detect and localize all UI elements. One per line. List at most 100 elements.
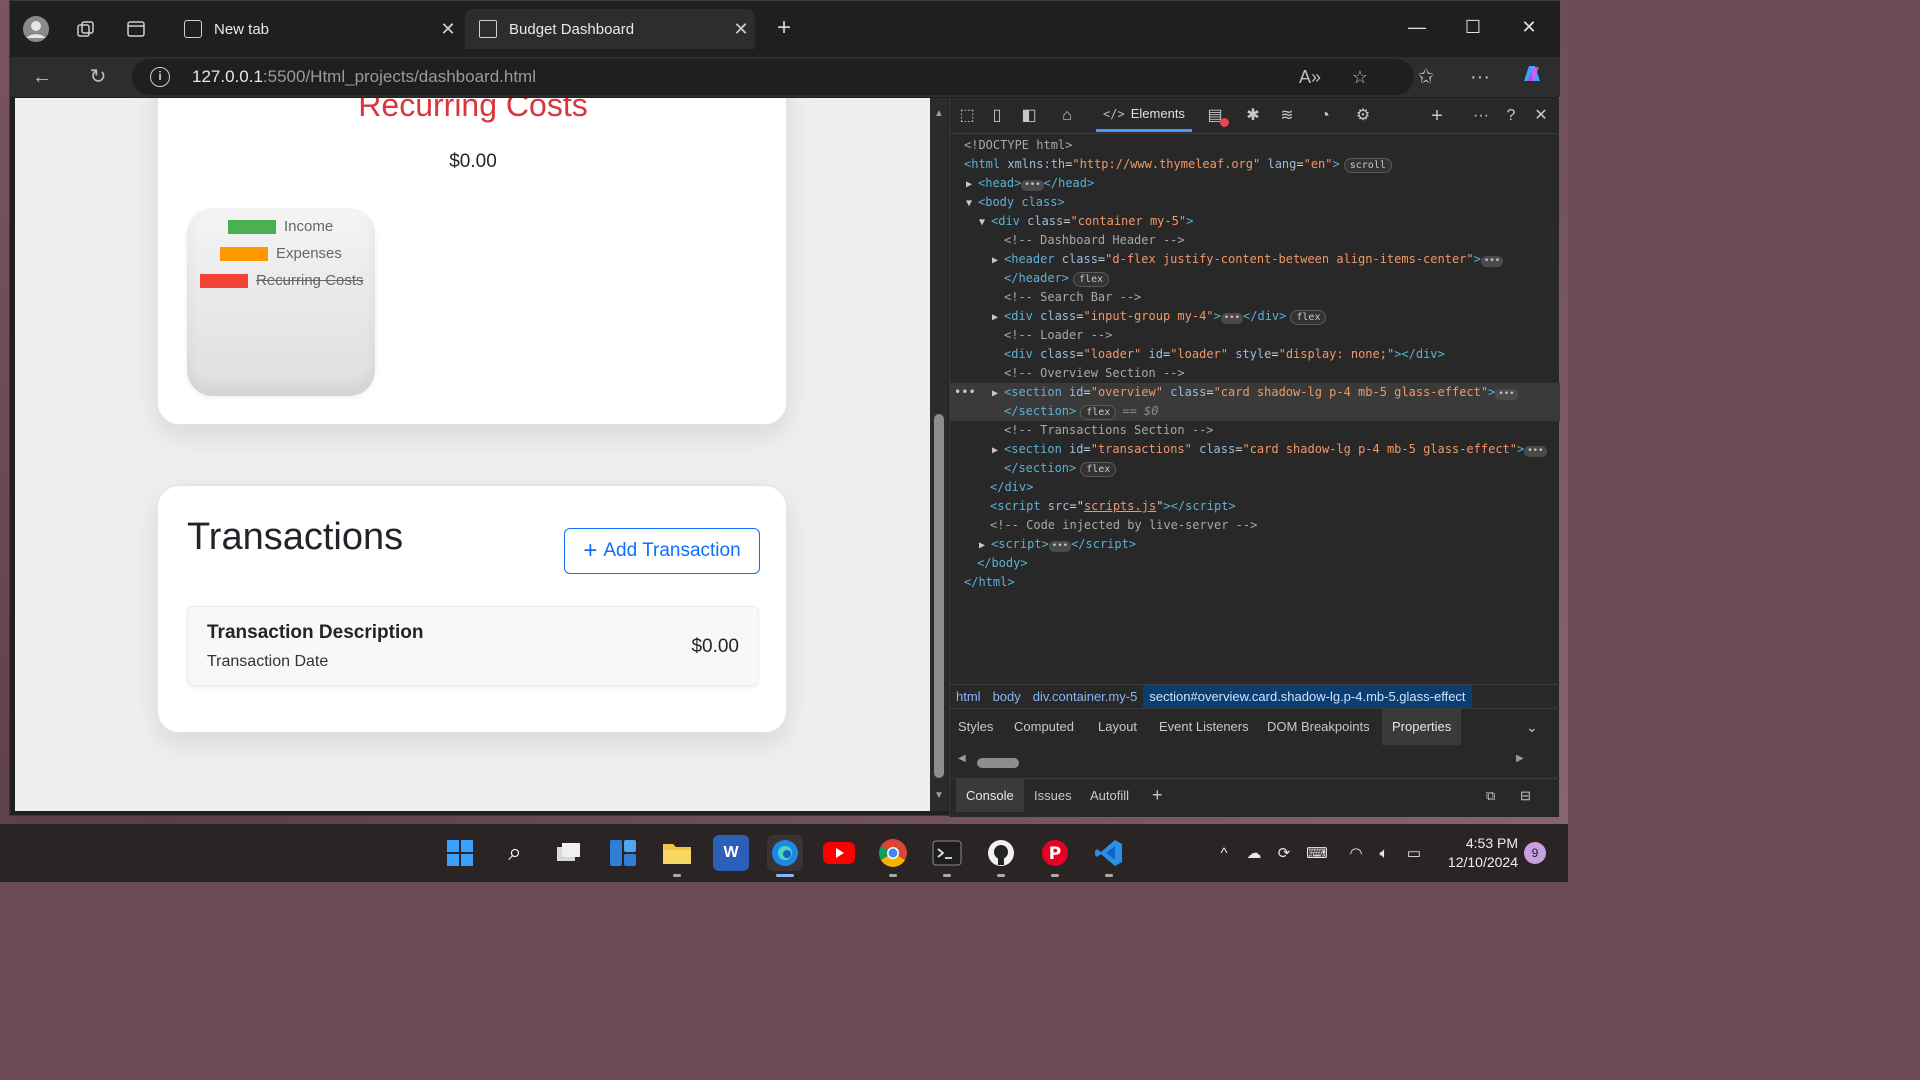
minimize-button[interactable]: — <box>1395 11 1439 43</box>
dom-overview-section-selected[interactable]: ••• ▶ <section id="overview" class="card … <box>950 383 1560 421</box>
legend-item-income[interactable]: Income <box>228 218 333 235</box>
dom-body-open[interactable]: ▼ <body class> <box>966 193 1065 212</box>
dom-comment-injected[interactable]: <!-- Code injected by live-server --> <box>990 516 1257 535</box>
url-text[interactable]: 127.0.0.1:5500/Html_projects/dashboard.h… <box>192 67 536 87</box>
dom-html-open[interactable]: <html xmlns:th="http://www.thymeleaf.org… <box>964 155 1392 174</box>
close-devtools-icon[interactable]: ✕ <box>1528 104 1554 128</box>
undock-drawer-icon[interactable]: ⧉ <box>1486 779 1495 812</box>
wifi-icon[interactable]: ◠ <box>1345 843 1367 865</box>
tab-event-listeners[interactable]: Event Listeners <box>1159 709 1249 745</box>
read-aloud-icon[interactable]: A» <box>1296 63 1324 91</box>
row-actions-icon[interactable]: ••• <box>954 383 976 402</box>
chrome-icon[interactable] <box>875 835 911 871</box>
dom-div-close[interactable]: </div> <box>990 478 1033 497</box>
back-icon[interactable]: ← <box>26 61 58 93</box>
dom-loader[interactable]: <div class="loader" id="loader" style="d… <box>1004 345 1445 364</box>
page-scrollbar[interactable]: ▲ ▼ <box>930 98 948 811</box>
more-menu-icon[interactable]: ··· <box>1464 61 1496 93</box>
add-drawer-tab-icon[interactable]: + <box>1152 779 1163 812</box>
help-icon[interactable]: ? <box>1498 104 1524 128</box>
volume-icon[interactable]: 🔈︎ <box>1373 843 1395 865</box>
dom-transactions-section[interactable]: ▶ <section id="transactions" class="card … <box>992 440 1547 459</box>
workspaces-icon[interactable] <box>72 15 100 43</box>
dom-comment-header[interactable]: <!-- Dashboard Header --> <box>1004 231 1185 250</box>
sources-bug-icon[interactable]: ✱ <box>1240 104 1266 128</box>
tab-computed[interactable]: Computed <box>1014 709 1074 745</box>
word-icon[interactable]: W <box>713 835 749 871</box>
welcome-home-icon[interactable]: ⌂ <box>1054 104 1080 128</box>
file-explorer-icon[interactable] <box>659 835 695 871</box>
close-window-button[interactable]: ✕ <box>1507 11 1551 43</box>
dom-container-div[interactable]: ▼ <div class="container my-5"> <box>979 212 1193 231</box>
widgets-icon[interactable] <box>605 835 641 871</box>
add-tool-icon[interactable]: + <box>1424 104 1450 128</box>
favorite-star-icon[interactable]: ☆ <box>1346 63 1374 91</box>
terminal-icon[interactable] <box>929 835 965 871</box>
dom-head[interactable]: ▶ <head> ••• </head> <box>966 174 1094 193</box>
dom-comment-search[interactable]: <!-- Search Bar --> <box>1004 288 1141 307</box>
vertical-tabs-icon[interactable] <box>122 15 150 43</box>
horizontal-scrollbar-thumb[interactable] <box>977 758 1019 768</box>
dom-body-close[interactable]: </body> <box>977 554 1028 573</box>
scroll-up-icon[interactable]: ▲ <box>933 108 945 119</box>
dom-header[interactable]: ▶ <header class="d-flex justify-content-b… <box>992 250 1504 269</box>
dock-drawer-icon[interactable]: ⊟ <box>1520 779 1531 812</box>
inspect-element-icon[interactable]: ⬚ <box>954 104 980 128</box>
scroll-left-icon[interactable]: ◀ <box>958 753 966 764</box>
vscode-icon[interactable] <box>1091 835 1127 871</box>
tab-styles[interactable]: Styles <box>958 709 993 745</box>
tab-budget-dashboard[interactable]: Budget Dashboard ✕ <box>465 9 755 49</box>
chevron-down-icon[interactable]: ⌄ <box>1526 709 1538 745</box>
settings-gear-icon[interactable]: ⚙ <box>1350 104 1376 128</box>
transaction-item[interactable]: Transaction Description Transaction Date… <box>187 606 759 686</box>
keyboard-icon[interactable]: ⌨ <box>1306 843 1328 865</box>
breadcrumb-body[interactable]: body <box>987 689 1027 704</box>
dom-script-src[interactable]: <script src="scripts.js"></script> <box>990 497 1236 516</box>
properties-scrollbar[interactable]: ◀ ▶ <box>950 744 1560 774</box>
youtube-icon[interactable] <box>821 835 857 871</box>
notification-badge[interactable]: 9 <box>1524 842 1546 864</box>
breadcrumb-section-overview[interactable]: section#overview.card.shadow-lg.p-4.mb-5… <box>1143 684 1472 709</box>
dom-doctype[interactable]: <!DOCTYPE html> <box>964 136 1072 155</box>
devtools-more-icon[interactable]: ··· <box>1468 104 1494 128</box>
copilot-icon[interactable] <box>1516 61 1548 93</box>
tab-new-tab[interactable]: New tab ✕ <box>170 9 462 49</box>
close-tab-icon[interactable]: ✕ <box>727 19 755 40</box>
scroll-down-icon[interactable]: ▼ <box>933 790 945 801</box>
start-windows-icon[interactable] <box>442 835 478 871</box>
dom-header-close[interactable]: </header> flex <box>1004 269 1110 288</box>
tab-layout[interactable]: Layout <box>1098 709 1137 745</box>
close-tab-icon[interactable]: ✕ <box>434 19 462 40</box>
tab-autofill[interactable]: Autofill <box>1090 779 1129 812</box>
dom-html-close[interactable]: </html> <box>964 573 1015 592</box>
new-tab-button[interactable]: + <box>770 15 798 43</box>
battery-icon[interactable]: ▭ <box>1403 843 1425 865</box>
edge-icon[interactable] <box>767 835 803 871</box>
dom-transactions-close[interactable]: </section> flex <box>1004 459 1117 478</box>
scrollbar-thumb[interactable] <box>934 414 944 778</box>
sync-icon[interactable]: ⟳ <box>1273 843 1295 865</box>
favorites-icon[interactable]: ✩ <box>1410 61 1442 93</box>
breadcrumb-container[interactable]: div.container.my-5 <box>1027 689 1144 704</box>
tab-issues[interactable]: Issues <box>1034 779 1072 812</box>
add-transaction-button[interactable]: + Add Transaction <box>564 528 760 574</box>
device-toolbar-icon[interactable]: ▯ <box>984 104 1010 128</box>
scroll-pill[interactable]: scroll <box>1343 158 1392 173</box>
dom-comment-loader[interactable]: <!-- Loader --> <box>1004 326 1112 345</box>
tab-console[interactable]: Console <box>956 779 1024 812</box>
search-icon[interactable]: ⌕ <box>497 835 533 871</box>
address-bar[interactable]: i 127.0.0.1:5500/Html_projects/dashboard… <box>132 59 1414 95</box>
legend-item-recurring-costs[interactable]: Recurring Costs <box>200 272 364 289</box>
show-hidden-icons-chevron-icon[interactable]: ^ <box>1213 843 1235 865</box>
tab-elements[interactable]: </> Elements <box>1096 98 1192 132</box>
network-icon[interactable]: ≋ <box>1274 104 1300 128</box>
dom-script-injected[interactable]: ▶ <script> ••• </script> <box>979 535 1136 554</box>
maximize-button[interactable]: ☐ <box>1451 11 1495 43</box>
task-view-icon[interactable] <box>551 835 587 871</box>
tab-properties[interactable]: Properties <box>1382 709 1462 745</box>
onedrive-error-icon[interactable]: ☁ <box>1243 843 1265 865</box>
dom-input-group[interactable]: ▶ <div class="input-group my-4"> ••• </div>… <box>992 307 1327 326</box>
dock-side-icon[interactable]: ◧ <box>1016 104 1042 128</box>
site-info-icon[interactable]: i <box>150 67 170 87</box>
dom-comment-transactions[interactable]: <!-- Transactions Section --> <box>1004 421 1214 440</box>
